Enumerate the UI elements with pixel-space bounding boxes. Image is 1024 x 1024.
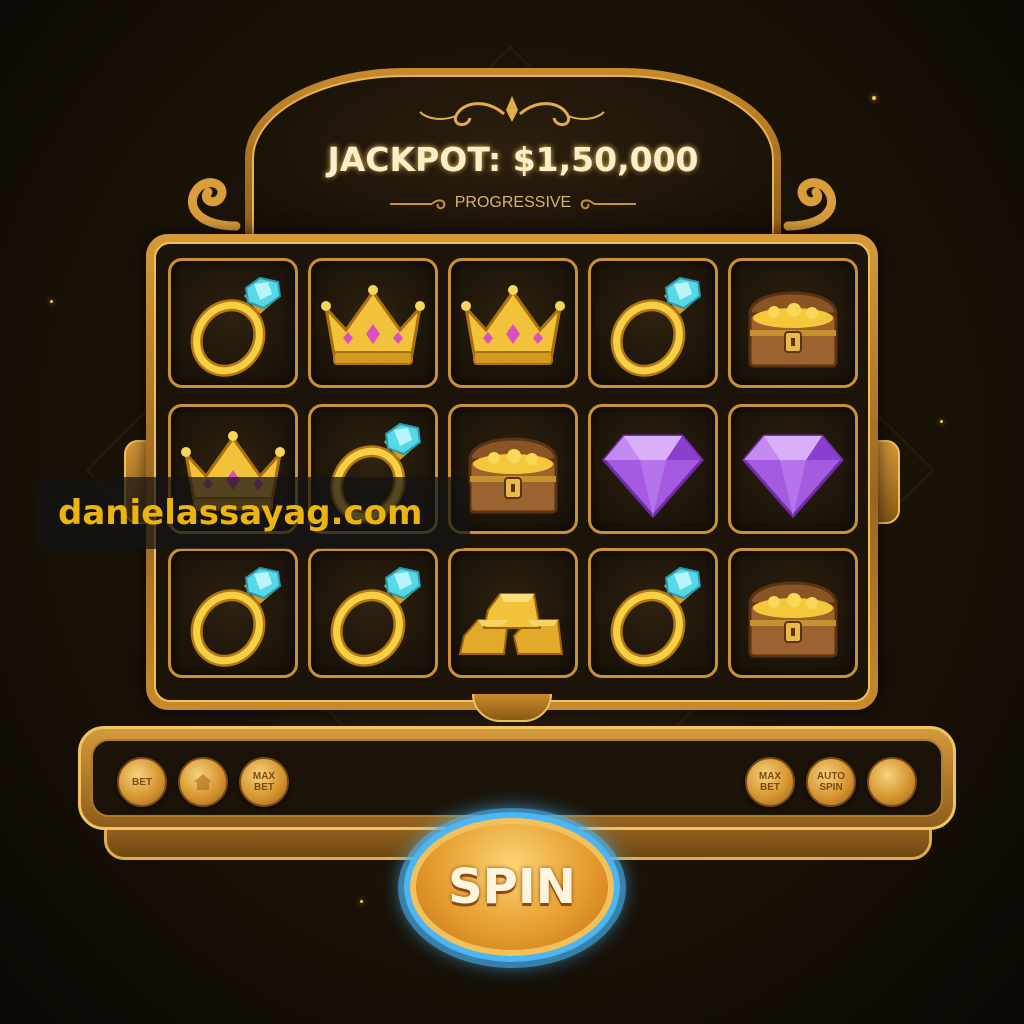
watermark: danielassayag.com — [36, 477, 470, 549]
spin-button[interactable]: SPIN — [404, 812, 620, 962]
right-scroll-ornament — [783, 178, 837, 231]
purple-diamond-icon — [742, 434, 844, 519]
reel-cell-ring — [168, 548, 298, 678]
bet-button[interactable]: BET — [117, 757, 167, 807]
crown-icon — [461, 285, 565, 365]
ring-icon — [190, 566, 282, 667]
reel-cell-purple-diamond — [728, 404, 858, 534]
treasure-chest-icon — [468, 437, 558, 514]
home-icon — [194, 774, 212, 790]
left-scroll-ornament — [187, 178, 241, 231]
top-flourish — [419, 96, 605, 126]
reel-cell-gold-bars — [448, 548, 578, 678]
auto-spin-button[interactable]: AUTO SPIN — [806, 757, 856, 807]
reel-cell-ring — [308, 548, 438, 678]
purple-diamond-icon — [602, 434, 704, 519]
treasure-chest-icon — [748, 291, 838, 368]
treasure-chest-icon — [748, 581, 838, 658]
blank-button[interactable] — [867, 757, 917, 807]
reel-cell-ring — [168, 258, 298, 388]
ring-icon — [610, 566, 702, 667]
ring-icon — [330, 566, 422, 667]
reel-cell-crown — [448, 258, 578, 388]
sparkle — [872, 96, 876, 100]
ring-icon — [610, 276, 702, 377]
reel-cell-treasure-chest — [728, 548, 858, 678]
sparkle — [50, 300, 53, 303]
max-bet-button-left[interactable]: MAX BET — [239, 757, 289, 807]
ring-icon — [190, 276, 282, 377]
jackpot-amount: JACKPOT: $1,50,000 — [327, 140, 699, 179]
sparkle — [360, 900, 363, 903]
crown-icon — [321, 285, 425, 365]
max-bet-button-right[interactable]: MAX BET — [745, 757, 795, 807]
sparkle — [940, 420, 943, 423]
reel-cell-treasure-chest — [728, 258, 858, 388]
progressive-label: PROGRESSIVE — [454, 194, 572, 211]
home-button[interactable] — [178, 757, 228, 807]
right-subtitle-flourish — [580, 199, 636, 210]
reel-cell-crown — [308, 258, 438, 388]
gold-bars-icon — [458, 593, 564, 655]
reel-cell-ring — [588, 548, 718, 678]
reel-cell-purple-diamond — [588, 404, 718, 534]
reel-cell-ring — [588, 258, 718, 388]
